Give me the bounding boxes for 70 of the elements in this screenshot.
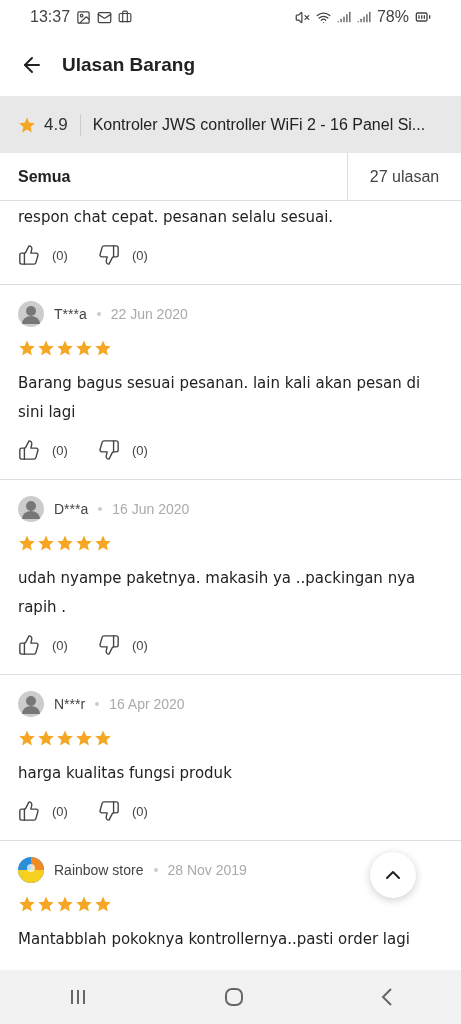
like-icon[interactable] bbox=[18, 800, 40, 822]
star-icon bbox=[56, 729, 74, 747]
review-text: udah nyampe paketnya. makasih ya ..packingan nya rapih . bbox=[18, 568, 417, 618]
reviewer-name: N***r bbox=[54, 696, 86, 712]
avatar-icon bbox=[18, 301, 44, 327]
review-date: 22 Jun 2020 bbox=[110, 306, 188, 322]
star-icon bbox=[37, 895, 55, 913]
product-rating: 4.9 bbox=[44, 114, 68, 135]
star-icon bbox=[18, 339, 36, 357]
home-icon[interactable] bbox=[223, 987, 244, 1007]
star-icon bbox=[75, 534, 93, 552]
dislike-icon[interactable] bbox=[97, 439, 120, 461]
avatar-icon bbox=[18, 496, 44, 522]
avatar-icon bbox=[18, 857, 44, 883]
battery-icon bbox=[415, 9, 431, 25]
star-icon bbox=[94, 895, 112, 913]
star-icon bbox=[56, 339, 74, 357]
star-icon bbox=[37, 729, 55, 747]
avatar-icon bbox=[18, 691, 44, 717]
star-icon bbox=[56, 534, 74, 552]
review-text: Barang bagus sesuai pesanan. lain kali akan pesan di sini lagi bbox=[18, 373, 422, 423]
like-count: (0) bbox=[52, 442, 68, 458]
star-icon bbox=[18, 895, 36, 913]
review-date: 16 Apr 2020 bbox=[109, 696, 185, 712]
star-icon bbox=[94, 534, 112, 552]
star-icon bbox=[75, 729, 93, 747]
reviewer-name: T***a bbox=[54, 306, 87, 322]
review-count: 27 ulasan bbox=[347, 153, 461, 200]
star-icon bbox=[18, 729, 36, 747]
star-icon bbox=[18, 534, 36, 552]
review-text: harga kualitas fungsi produk bbox=[18, 763, 233, 784]
like-icon[interactable] bbox=[18, 439, 40, 461]
dislike-icon[interactable] bbox=[97, 244, 120, 266]
like-count: (0) bbox=[52, 803, 68, 819]
star-icon bbox=[37, 339, 55, 357]
recent-apps-icon[interactable] bbox=[68, 989, 87, 1005]
star-icon bbox=[37, 534, 55, 552]
star-icon bbox=[94, 339, 112, 357]
review-text: respon chat cepat. pesanan selalu sesuai. bbox=[18, 207, 335, 228]
reviewer-name: Rainbow store bbox=[54, 862, 144, 878]
dislike-count: (0) bbox=[131, 442, 148, 458]
dislike-count: (0) bbox=[131, 247, 148, 263]
mute-icon bbox=[294, 9, 310, 25]
page-title: Ulasan Barang bbox=[62, 54, 196, 76]
dislike-count: (0) bbox=[131, 803, 148, 819]
image-icon bbox=[76, 9, 92, 25]
signal-icon bbox=[336, 10, 351, 24]
mail-icon bbox=[97, 9, 113, 25]
star-icon bbox=[75, 339, 93, 357]
review-date: 16 Jun 2020 bbox=[112, 501, 190, 517]
review-date: 28 Nov 2019 bbox=[167, 862, 247, 878]
reviewer-name: D***a bbox=[54, 501, 89, 517]
like-icon[interactable] bbox=[18, 634, 40, 656]
signal-icon bbox=[356, 10, 371, 24]
like-count: (0) bbox=[52, 247, 68, 263]
battery-level: 78% bbox=[376, 8, 409, 26]
dislike-count: (0) bbox=[131, 637, 148, 653]
star-icon bbox=[94, 729, 112, 747]
dislike-icon[interactable] bbox=[97, 634, 120, 656]
dislike-icon[interactable] bbox=[97, 800, 120, 822]
like-icon[interactable] bbox=[18, 244, 40, 266]
filter-tab[interactable]: Semua bbox=[0, 153, 347, 200]
product-name[interactable]: Kontroler JWS controller WiFi 2 - 16 Panel Si... bbox=[92, 115, 426, 134]
clock: 13:37 bbox=[30, 8, 71, 26]
like-count: (0) bbox=[52, 637, 68, 653]
review-text: Mantabblah pokoknya kontrollernya..pasti order lagi bbox=[18, 929, 411, 950]
star-icon bbox=[56, 895, 74, 913]
wifi-icon bbox=[315, 9, 331, 25]
briefcase-icon bbox=[118, 10, 133, 24]
star-icon bbox=[75, 895, 93, 913]
